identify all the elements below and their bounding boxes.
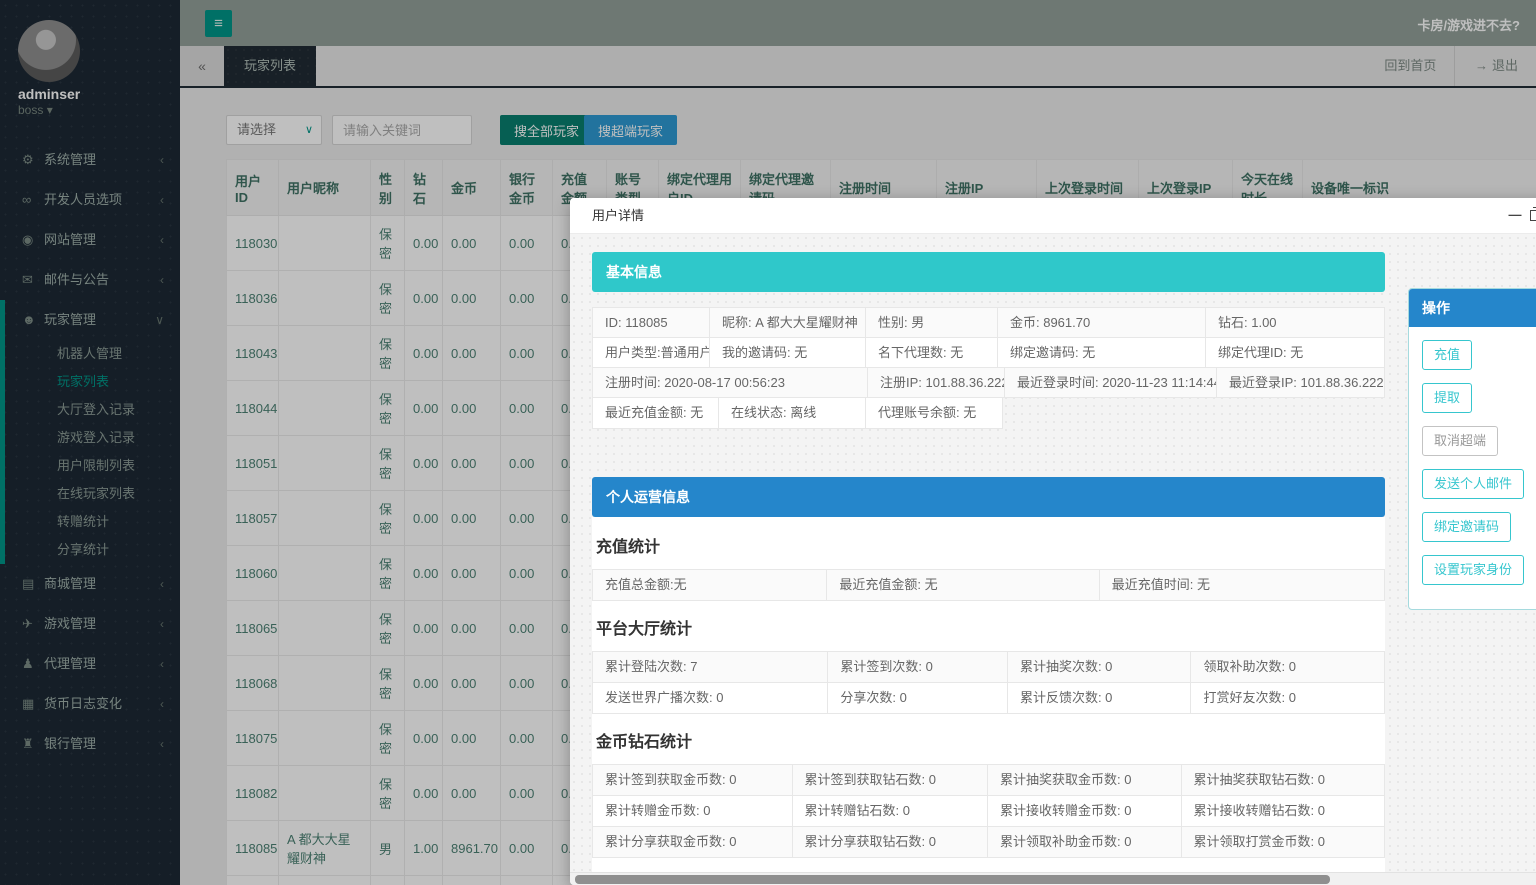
subsection-cell: 累计抽奖次数: 0 xyxy=(1008,652,1192,682)
subsection-cell: 累计转赠金币数: 0 xyxy=(593,796,793,826)
basic-info-header: 基本信息 xyxy=(592,252,1385,292)
subsection-title: 平台大厅统计 xyxy=(592,601,1385,651)
subsection-cell: 充值总金额:无 xyxy=(593,570,827,600)
basic-info-cell: 我的邀请码: 无 xyxy=(710,338,866,368)
basic-info-table: ID: 118085昵称: A 都大大星耀财神性别: 男金币: 8961.70钻… xyxy=(592,307,1536,429)
action-button-设置玩家身份[interactable]: 设置玩家身份 xyxy=(1422,555,1524,585)
basic-info-cell: 最近登录IP: 101.88.36.222 xyxy=(1217,368,1384,398)
basic-info-cell: 用户类型:普通用户 xyxy=(593,338,710,368)
subsection-cell: 累计分享获取钻石数: 0 xyxy=(793,827,989,857)
subsection-cell: 累计抽奖获取钻石数: 0 xyxy=(1182,765,1384,795)
subsection-row: 累计登陆次数: 7累计签到次数: 0累计抽奖次数: 0领取补助次数: 0 xyxy=(593,652,1384,682)
subsection-row: 累计分享获取金币数: 0累计分享获取钻石数: 0累计领取补助金币数: 0累计领取… xyxy=(593,826,1384,857)
basic-info-cell: 金币: 8961.70 xyxy=(998,308,1206,338)
app-root: adminser boss ▾ ⚙系统管理‹∞开发人员选项‹◉网站管理‹✉邮件与… xyxy=(0,0,1536,885)
subsection-table: 累计签到获取金币数: 0累计签到获取钻石数: 0累计抽奖获取金币数: 0累计抽奖… xyxy=(592,764,1385,858)
modal-title: 用户详情 xyxy=(592,208,644,223)
action-button-取消超端[interactable]: 取消超端 xyxy=(1422,426,1498,456)
ops-info-panel: 充值统计充值总金额:无最近充值金额: 无最近充值时间: 无平台大厅统计累计登陆次… xyxy=(592,517,1385,872)
subsection-cell: 累计签到获取钻石数: 0 xyxy=(793,765,989,795)
subsection-cell: 累计抽奖获取金币数: 0 xyxy=(988,765,1182,795)
basic-info-cell: 最近充值金额: 无 xyxy=(593,398,719,428)
basic-info-cell: 最近登录时间: 2020-11-23 11:14:44 xyxy=(1005,368,1217,398)
subsection-cell: 累计接收转赠金币数: 0 xyxy=(988,796,1182,826)
subsection-cell: 最近充值时间: 无 xyxy=(1100,570,1384,600)
basic-info-row: 最近充值金额: 无在线状态: 离线代理账号余额: 无 xyxy=(592,398,1003,429)
subsection-cell: 累计转赠钻石数: 0 xyxy=(793,796,989,826)
subsection-cell: 打赏好友次数: 0 xyxy=(1191,683,1384,713)
subsection-cell: 累计领取补助金币数: 0 xyxy=(988,827,1182,857)
basic-info-cell: ID: 118085 xyxy=(593,308,710,338)
basic-info-cell: 钻石: 1.00 xyxy=(1206,308,1384,338)
basic-info-cell: 名下代理数: 无 xyxy=(866,338,998,368)
subsection-cell: 发送世界广播次数: 0 xyxy=(593,683,828,713)
action-button-充值[interactable]: 充值 xyxy=(1422,340,1472,370)
subsection-title: 充值统计 xyxy=(592,519,1385,569)
subsection-table: 充值总金额:无最近充值金额: 无最近充值时间: 无 xyxy=(592,569,1385,601)
subsection-cell: 领取补助次数: 0 xyxy=(1191,652,1384,682)
subsection-cell: 累计分享获取金币数: 0 xyxy=(593,827,793,857)
subsection-row: 累计签到获取金币数: 0累计签到获取钻石数: 0累计抽奖获取金币数: 0累计抽奖… xyxy=(593,765,1384,795)
modal-body: 基本信息 ID: 118085昵称: A 都大大星耀财神性别: 男金币: 896… xyxy=(570,234,1536,872)
modal-scrollbar-thumb[interactable] xyxy=(575,875,1330,884)
basic-info-cell: 注册IP: 101.88.36.222 xyxy=(868,368,1005,398)
subsection-cell: 累计签到次数: 0 xyxy=(828,652,1008,682)
basic-info-cell: 昵称: A 都大大星耀财神 xyxy=(710,308,866,338)
basic-info-cell: 在线状态: 离线 xyxy=(719,398,866,428)
basic-info-cell: 性别: 男 xyxy=(866,308,998,338)
modal-horizontal-scrollbar xyxy=(570,872,1536,885)
basic-info-row: 用户类型:普通用户我的邀请码: 无名下代理数: 无绑定邀请码: 无绑定代理ID:… xyxy=(593,338,1384,368)
subsection-table: 累计登陆次数: 7累计签到次数: 0累计抽奖次数: 0领取补助次数: 0发送世界… xyxy=(592,651,1385,714)
action-button-发送个人邮件[interactable]: 发送个人邮件 xyxy=(1422,469,1524,499)
basic-info-cell: 代理账号余额: 无 xyxy=(866,398,1002,428)
subsection-title: 金币钻石统计 xyxy=(592,714,1385,764)
actions-header: 操作 xyxy=(1409,289,1536,327)
subsection-cell: 最近充值金额: 无 xyxy=(827,570,1099,600)
action-button-提取[interactable]: 提取 xyxy=(1422,383,1472,413)
subsection-cell: 累计领取打赏金币数: 0 xyxy=(1182,827,1384,857)
actions-panel: 操作 充值提取取消超端发送个人邮件绑定邀请码设置玩家身份 xyxy=(1408,288,1536,610)
subsection-cell: 累计接收转赠钻石数: 0 xyxy=(1182,796,1384,826)
restore-icon[interactable] xyxy=(1530,210,1536,221)
subsection-row: 充值总金额:无最近充值金额: 无最近充值时间: 无 xyxy=(593,570,1384,600)
minimize-icon[interactable]: — xyxy=(1505,198,1525,234)
subsection-row: 发送世界广播次数: 0分享次数: 0累计反馈次数: 0打赏好友次数: 0 xyxy=(593,682,1384,713)
modal-titlebar: 用户详情 — xyxy=(570,198,1536,234)
basic-info-grid: ID: 118085昵称: A 都大大星耀财神性别: 男金币: 8961.70钻… xyxy=(592,307,1385,398)
subsection-cell: 分享次数: 0 xyxy=(828,683,1008,713)
basic-info-cell: 注册时间: 2020-08-17 00:56:23 xyxy=(593,368,868,398)
basic-info-cell: 绑定邀请码: 无 xyxy=(998,338,1206,368)
basic-info-row: ID: 118085昵称: A 都大大星耀财神性别: 男金币: 8961.70钻… xyxy=(593,308,1384,338)
subsection-cell: 累计签到获取金币数: 0 xyxy=(593,765,793,795)
basic-info-cell: 绑定代理ID: 无 xyxy=(1206,338,1384,368)
subsection-cell: 累计登陆次数: 7 xyxy=(593,652,828,682)
ops-info-header: 个人运营信息 xyxy=(592,477,1385,517)
subsection-cell: 累计反馈次数: 0 xyxy=(1008,683,1192,713)
user-detail-modal: 用户详情 — 基本信息 ID: 118085昵称: A 都大大星耀财神性别: 男… xyxy=(570,198,1536,885)
subsection-row: 累计转赠金币数: 0累计转赠钻石数: 0累计接收转赠金币数: 0累计接收转赠钻石… xyxy=(593,795,1384,826)
action-button-绑定邀请码[interactable]: 绑定邀请码 xyxy=(1422,512,1511,542)
basic-info-row: 注册时间: 2020-08-17 00:56:23注册IP: 101.88.36… xyxy=(593,368,1384,398)
